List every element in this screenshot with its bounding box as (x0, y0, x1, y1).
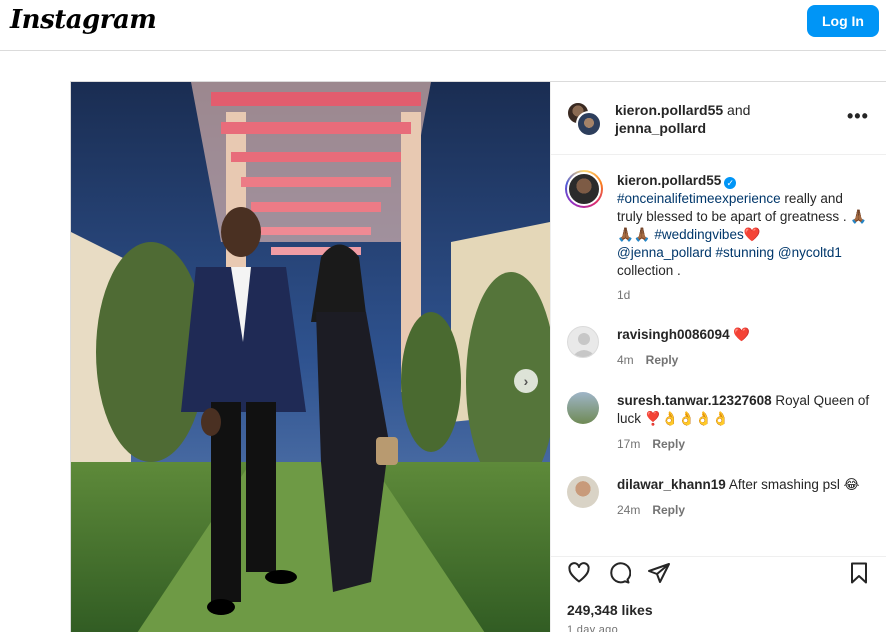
bookmark-icon[interactable] (847, 561, 871, 585)
mention-link[interactable]: @nycoltd1 (778, 245, 842, 260)
comment-meta: 4m Reply (617, 353, 678, 367)
reply-button[interactable]: Reply (652, 503, 685, 517)
comment-meta: 24m Reply (617, 503, 685, 517)
verified-badge-icon: ✓ (724, 177, 737, 189)
comments-section: kieron.pollard55 ✓ #onceinalifetimeexperi… (551, 156, 886, 556)
wedding-photo-illustration (71, 82, 550, 632)
more-options-button[interactable]: ••• (847, 106, 869, 127)
caption-time: 1d (617, 288, 631, 302)
comment-time: 17m (617, 437, 641, 451)
hashtag-link[interactable]: #onceinalifetimeexperience (617, 191, 781, 206)
post-side-panel: kieron.pollard55 and jenna_pollard ••• k… (550, 82, 886, 632)
collab-avatars[interactable] (566, 101, 602, 137)
comment-time: 4m (617, 353, 634, 367)
default-avatar-icon (572, 333, 596, 357)
login-button[interactable]: Log In (807, 5, 879, 37)
owner-link-2[interactable]: jenna_pollard (615, 120, 706, 136)
post-header: kieron.pollard55 and jenna_pollard ••• (551, 82, 886, 155)
reply-button[interactable]: Reply (646, 353, 679, 367)
heart-icon[interactable] (567, 561, 591, 585)
comment-username[interactable]: dilawar_khann19 (617, 477, 726, 492)
comment-meta: 17m Reply (617, 437, 685, 451)
likes-count[interactable]: 249,348 likes (567, 602, 653, 618)
caption-text: collection . (617, 263, 681, 278)
share-icon[interactable] (647, 561, 671, 585)
hashtag-link[interactable]: #weddingvibes (654, 227, 743, 242)
comment-avatar[interactable] (567, 476, 599, 508)
post-caption: kieron.pollard55 ✓ #onceinalifetimeexperi… (617, 172, 872, 280)
hashtag-link[interactable]: #stunning (716, 245, 775, 260)
post-photo[interactable]: › (71, 82, 550, 632)
comment-username[interactable]: ravisingh0086094 (617, 327, 730, 342)
carousel-next-button[interactable]: › (514, 369, 538, 393)
owners-joiner: and (723, 102, 751, 118)
mention-link[interactable]: @jenna_pollard (617, 245, 712, 260)
comment-body: suresh.tanwar.12327608 Royal Queen of lu… (617, 392, 877, 428)
instagram-logo[interactable]: Instagram (10, 5, 157, 35)
post-card: › kieron.pollard55 and jenna_pollard •••… (70, 81, 886, 632)
comment-body: dilawar_khann19 After smashing psl 😂 (617, 476, 877, 494)
chevron-right-icon: › (523, 373, 529, 389)
comment-icon[interactable] (607, 561, 631, 585)
avatar-jenna (576, 111, 602, 137)
post-actions: 249,348 likes 1 day ago (551, 556, 886, 632)
comment-avatar[interactable] (567, 392, 599, 424)
comment-avatar[interactable] (567, 326, 599, 358)
post-owners: kieron.pollard55 and jenna_pollard (615, 101, 750, 137)
reply-button[interactable]: Reply (652, 437, 685, 451)
comment-text: ❤️ (729, 327, 751, 342)
comment-text: After smashing psl 😂 (725, 477, 860, 492)
heart-emoji: ❤️ (743, 227, 761, 242)
caption-username[interactable]: kieron.pollard55 (617, 173, 721, 188)
caption-avatar[interactable] (565, 170, 603, 208)
comment-time: 24m (617, 503, 641, 517)
comment-body: ravisingh0086094 ❤️ (617, 326, 877, 344)
top-navigation-bar: Instagram Log In (0, 0, 886, 51)
owner-link-1[interactable]: kieron.pollard55 (615, 102, 723, 118)
post-timestamp: 1 day ago (567, 624, 619, 632)
comment-username[interactable]: suresh.tanwar.12327608 (617, 393, 772, 408)
more-horizontal-icon: ••• (847, 106, 869, 126)
